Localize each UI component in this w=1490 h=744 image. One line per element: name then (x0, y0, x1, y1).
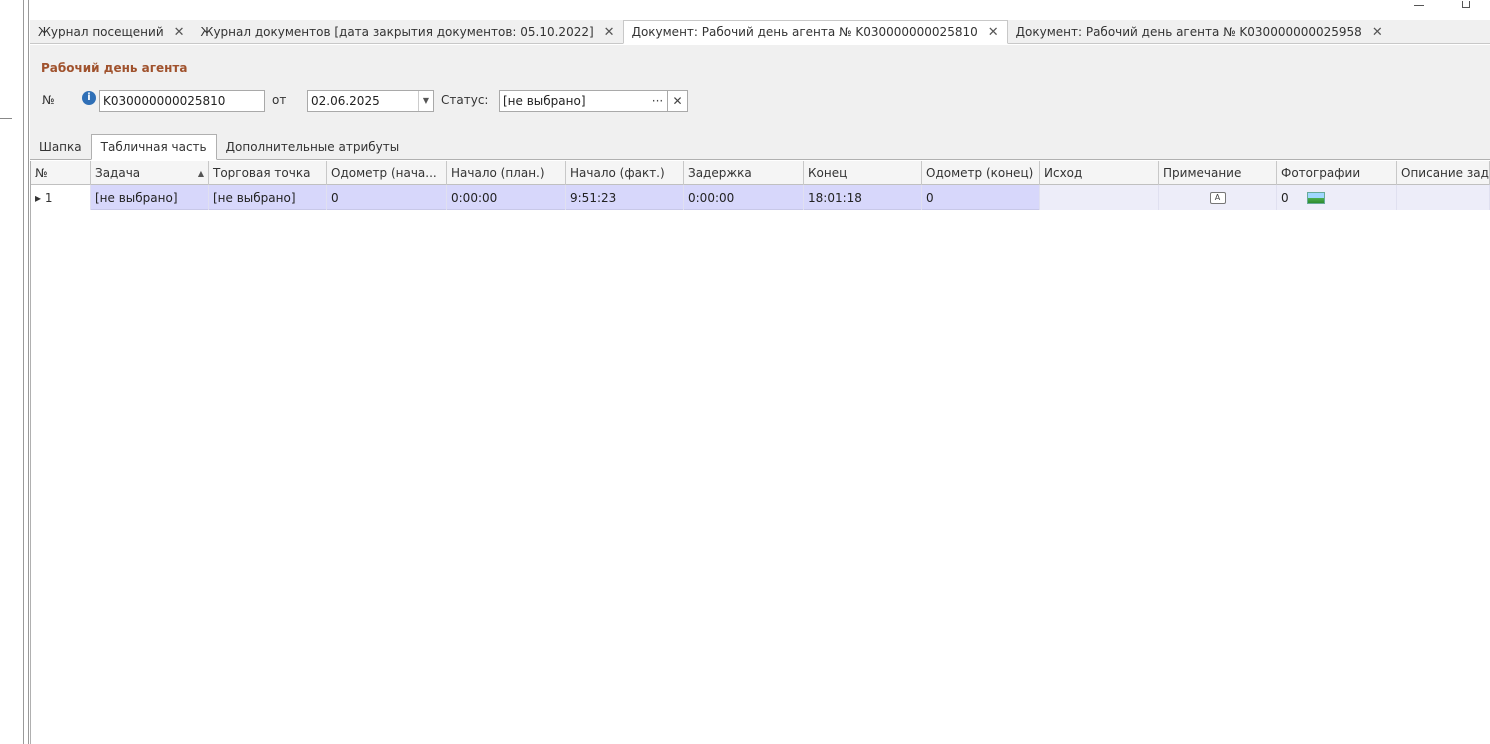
close-icon[interactable]: ✕ (174, 25, 185, 40)
col-delay[interactable]: Задержка (684, 161, 804, 185)
tab-label: Журнал документов [дата закрытия докумен… (200, 25, 594, 39)
col-number[interactable]: № (31, 161, 91, 185)
close-icon[interactable]: ✕ (604, 25, 615, 40)
col-task[interactable]: Задача ▲ (91, 161, 209, 185)
photos-count: 0 (1281, 190, 1289, 205)
tab-document-25810[interactable]: Документ: Рабочий день агента № K0300000… (622, 20, 1008, 44)
cell-odometer-start[interactable]: 0 (327, 185, 447, 210)
col-description[interactable]: Описание зад (1397, 161, 1490, 185)
tab-header[interactable]: Шапка (30, 134, 91, 159)
status-label: Статус: (441, 93, 489, 107)
grid-header: № Задача ▲ Торговая точка Одометр (нача.… (31, 161, 1490, 185)
tab-documents-journal[interactable]: Журнал документов [дата закрытия докумен… (193, 20, 623, 44)
tab-document-25958[interactable]: Документ: Рабочий день агента № K0300000… (1008, 20, 1391, 44)
chevron-down-icon[interactable]: ▼ (418, 91, 433, 111)
sort-asc-icon: ▲ (197, 168, 204, 178)
cell-end[interactable]: 18:01:18 (804, 185, 922, 210)
window-controls (1370, 0, 1490, 16)
status-buttons: ··· ✕ (648, 90, 688, 112)
tab-label: Документ: Рабочий день агента № K0300000… (1015, 25, 1362, 39)
col-odometer-end[interactable]: Одометр (конец) (922, 161, 1040, 185)
col-odometer-start[interactable]: Одометр (нача... (327, 161, 447, 185)
col-note[interactable]: Примечание (1159, 161, 1277, 185)
cell-description[interactable] (1397, 185, 1490, 210)
clear-icon[interactable]: ✕ (668, 90, 688, 112)
document-tabs: Журнал посещений ✕ Журнал документов [да… (30, 20, 1490, 44)
date-field[interactable]: 02.06.2025 ▼ (307, 90, 434, 112)
tab-table-part[interactable]: Табличная часть (90, 134, 217, 160)
tab-extra-attributes[interactable]: Дополнительные атрибуты (217, 134, 409, 159)
number-field[interactable]: K030000000025810 (99, 90, 265, 112)
cell-note[interactable]: A (1159, 185, 1277, 210)
col-trade-point[interactable]: Торговая точка (209, 161, 327, 185)
cell-delay[interactable]: 0:00:00 (684, 185, 804, 210)
cell-fact-start[interactable]: 9:51:23 (566, 185, 684, 210)
form-title: Рабочий день агента (41, 61, 188, 75)
document-form: Рабочий день агента № i K030000000025810… (30, 45, 1490, 134)
frame-divider (28, 0, 29, 744)
date-label: от (272, 93, 287, 107)
restore-icon[interactable] (1462, 1, 1470, 8)
cell-trade-point[interactable]: [не выбрано] (209, 185, 327, 210)
cell-task[interactable]: [не выбрано] (91, 185, 209, 210)
cell-photos[interactable]: 0 (1277, 185, 1397, 210)
col-photos[interactable]: Фотографии (1277, 161, 1397, 185)
section-tabs: Шапка Табличная часть Дополнительные атр… (30, 134, 1490, 160)
close-icon[interactable]: ✕ (1372, 25, 1383, 40)
left-rail (0, 0, 12, 744)
note-icon[interactable]: A (1209, 191, 1226, 204)
minimize-icon[interactable] (1414, 2, 1424, 6)
col-plan-start[interactable]: Начало (план.) (447, 161, 566, 185)
col-fact-start[interactable]: Начало (факт.) (566, 161, 684, 185)
tab-label: Журнал посещений (38, 25, 164, 39)
cell-odometer-end[interactable]: 0 (922, 185, 1040, 210)
cell-number[interactable]: ▸ 1 (31, 185, 91, 210)
rail-mark (0, 118, 12, 119)
image-icon[interactable] (1306, 191, 1325, 204)
info-icon[interactable]: i (82, 91, 96, 105)
table-row[interactable]: ▸ 1 [не выбрано] [не выбрано] 0 0:00:00 … (31, 185, 1490, 210)
col-end[interactable]: Конец (804, 161, 922, 185)
tab-label: Документ: Рабочий день агента № K0300000… (631, 25, 978, 39)
number-label: № (42, 93, 55, 107)
cell-outcome[interactable] (1040, 185, 1159, 210)
tab-visits-journal[interactable]: Журнал посещений ✕ (30, 20, 193, 44)
select-button[interactable]: ··· (648, 90, 668, 112)
close-icon[interactable]: ✕ (988, 25, 999, 40)
col-task-label: Задача (95, 166, 141, 180)
data-grid: № Задача ▲ Торговая точка Одометр (нача.… (30, 161, 1490, 744)
col-outcome[interactable]: Исход (1040, 161, 1159, 185)
date-value: 02.06.2025 (311, 94, 380, 108)
cell-plan-start[interactable]: 0:00:00 (447, 185, 566, 210)
